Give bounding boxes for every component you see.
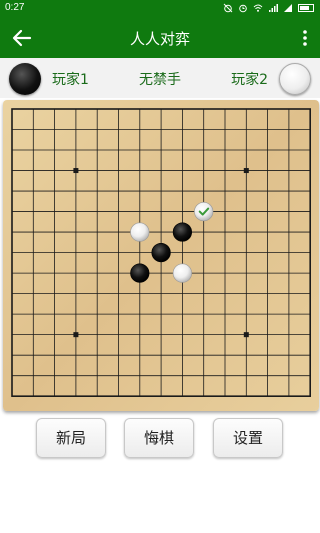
rule-mode-label: 无禁手 [139, 72, 181, 88]
settings-button[interactable]: 设置 [213, 418, 283, 458]
white-stone [172, 263, 192, 283]
player2-label: 玩家2 [231, 72, 268, 88]
gomoku-board[interactable] [3, 100, 319, 411]
page-title: 人人对弈 [129, 30, 190, 48]
board-grid[interactable] [3, 100, 319, 411]
player2-stone-icon [279, 63, 311, 95]
star-point [243, 168, 249, 174]
star-point [73, 168, 79, 174]
status-icons [223, 3, 314, 13]
alarm-off-icon [223, 3, 233, 13]
more-vertical-icon[interactable] [302, 28, 308, 48]
black-stone [172, 222, 192, 242]
status-time: 0:27 [5, 2, 25, 13]
black-stone [151, 242, 171, 263]
battery-icon [298, 4, 314, 12]
signal-hd-icon [269, 4, 278, 12]
wifi-icon [253, 4, 263, 12]
undo-button[interactable]: 悔棋 [124, 418, 194, 458]
alarm-icon [239, 4, 247, 13]
white-stone [130, 222, 150, 242]
star-point [243, 332, 249, 338]
app-toolbar: 人人对弈 [0, 18, 320, 58]
new-game-button[interactable]: 新局 [36, 418, 106, 458]
star-point [73, 332, 79, 338]
white-stone [194, 201, 214, 222]
black-stone [130, 263, 150, 283]
status-bar: 0:27 [0, 0, 320, 18]
signal-icon [284, 4, 292, 12]
players-bar: 玩家1 无禁手 玩家2 [0, 58, 320, 98]
